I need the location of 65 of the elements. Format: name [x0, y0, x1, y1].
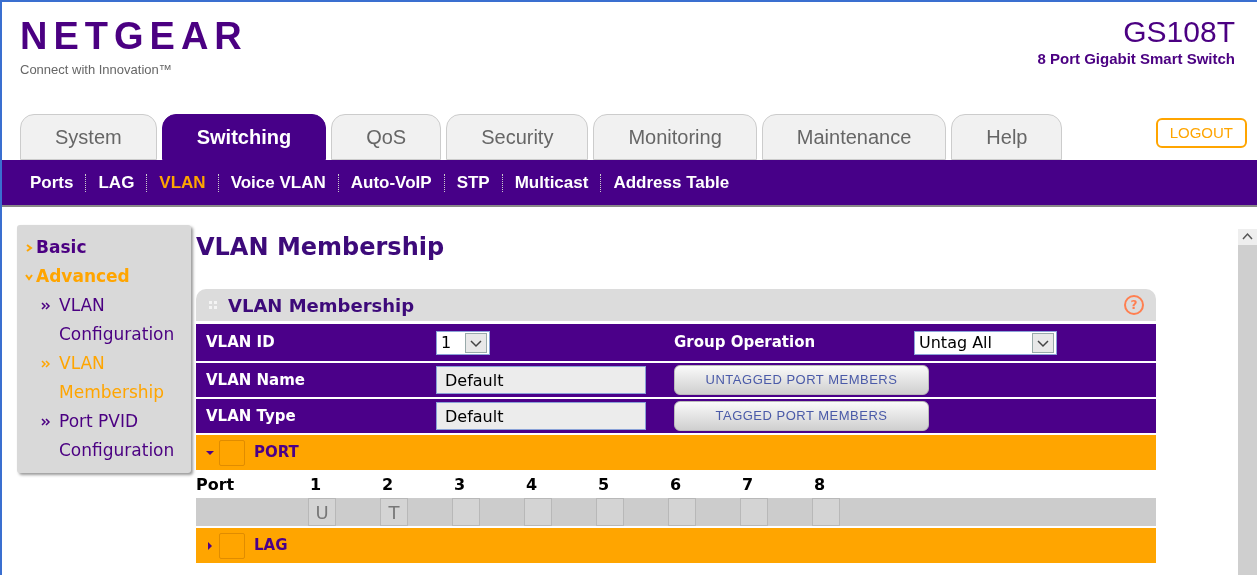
- section-header[interactable]: LAG: [196, 528, 1156, 563]
- double-chevron-icon: [41, 301, 51, 311]
- section-box: [219, 439, 245, 466]
- group-operation-select[interactable]: Untag All: [914, 330, 1057, 355]
- port-number: 2: [381, 474, 395, 496]
- subnav-link[interactable]: Multicast: [514, 169, 589, 196]
- caret-down-icon: [206, 448, 214, 457]
- text-field[interactable]: Default: [436, 402, 646, 430]
- drag-handle-icon: [208, 300, 218, 310]
- subnav-link[interactable]: STP: [456, 169, 490, 196]
- scrollbar[interactable]: [1238, 229, 1257, 575]
- sidebar-subitem[interactable]: Port PVID Configuration: [25, 407, 183, 465]
- port-number: 4: [525, 474, 539, 496]
- sidebar-subitem[interactable]: VLAN Configuration: [25, 291, 183, 349]
- nav-tab[interactable]: Monitoring: [593, 114, 757, 160]
- port-number: 1: [309, 474, 323, 496]
- nav-tab[interactable]: Switching: [161, 114, 327, 160]
- port-number: 8: [813, 474, 827, 496]
- caret-right-icon: [206, 541, 214, 550]
- double-chevron-icon: [41, 359, 51, 369]
- model-subtitle: 8 Port Gigabit Smart Switch: [1037, 49, 1235, 69]
- port-number: 3: [453, 474, 467, 496]
- nav-tab[interactable]: Maintenance: [761, 114, 947, 160]
- double-chevron-icon: [41, 417, 51, 427]
- field-label: Group Operation: [674, 332, 817, 354]
- nav-tab[interactable]: QoS: [331, 114, 442, 160]
- port-cell[interactable]: [812, 498, 840, 526]
- port-cell[interactable]: [740, 498, 768, 526]
- chevron-down-icon: [25, 272, 33, 281]
- port-members-button[interactable]: UNTAGGED PORT MEMBERS: [674, 365, 929, 395]
- scroll-up-icon[interactable]: [1238, 229, 1257, 245]
- vlan-id-select[interactable]: 1: [436, 330, 490, 355]
- model-name: GS108T: [1123, 16, 1235, 48]
- subnav-link[interactable]: VLAN: [159, 169, 206, 196]
- text-field[interactable]: Default: [436, 366, 646, 394]
- field-label: VLAN Type: [205, 405, 297, 427]
- port-cell[interactable]: [596, 498, 624, 526]
- port-cell[interactable]: [524, 498, 552, 526]
- field-label: VLAN ID: [205, 332, 276, 354]
- section-header[interactable]: PORT: [196, 435, 1156, 470]
- section-label: LAG: [254, 535, 288, 557]
- port-number: 7: [741, 474, 755, 496]
- field-label: VLAN Name: [205, 369, 307, 391]
- port-cell[interactable]: [452, 498, 480, 526]
- chevron-right-icon: [25, 243, 33, 252]
- port-number: 6: [669, 474, 683, 496]
- port-header: Port: [196, 474, 236, 496]
- subnav-link[interactable]: Address Table: [613, 169, 730, 196]
- brand-logo: NETGEAR: [20, 16, 248, 56]
- section-label: PORT: [254, 442, 299, 464]
- port-cell[interactable]: [668, 498, 696, 526]
- subnav-link[interactable]: Ports: [30, 169, 74, 196]
- panel-title: VLAN Membership: [228, 293, 415, 318]
- sidebar-item[interactable]: Basic: [25, 233, 183, 262]
- nav-tab[interactable]: System: [20, 114, 157, 160]
- brand-tagline: Connect with Innovation™: [20, 61, 173, 79]
- subnav-link[interactable]: Voice VLAN: [230, 169, 326, 196]
- port-members-button[interactable]: TAGGED PORT MEMBERS: [674, 401, 929, 431]
- subnav-link[interactable]: LAG: [98, 169, 135, 196]
- page-title: VLAN Membership: [196, 232, 446, 263]
- subnav-link[interactable]: Auto-VoIP: [350, 169, 432, 196]
- section-box: [219, 532, 245, 559]
- nav-tab[interactable]: Security: [446, 114, 589, 160]
- nav-tab[interactable]: Help: [951, 114, 1063, 160]
- port-number: 5: [597, 474, 611, 496]
